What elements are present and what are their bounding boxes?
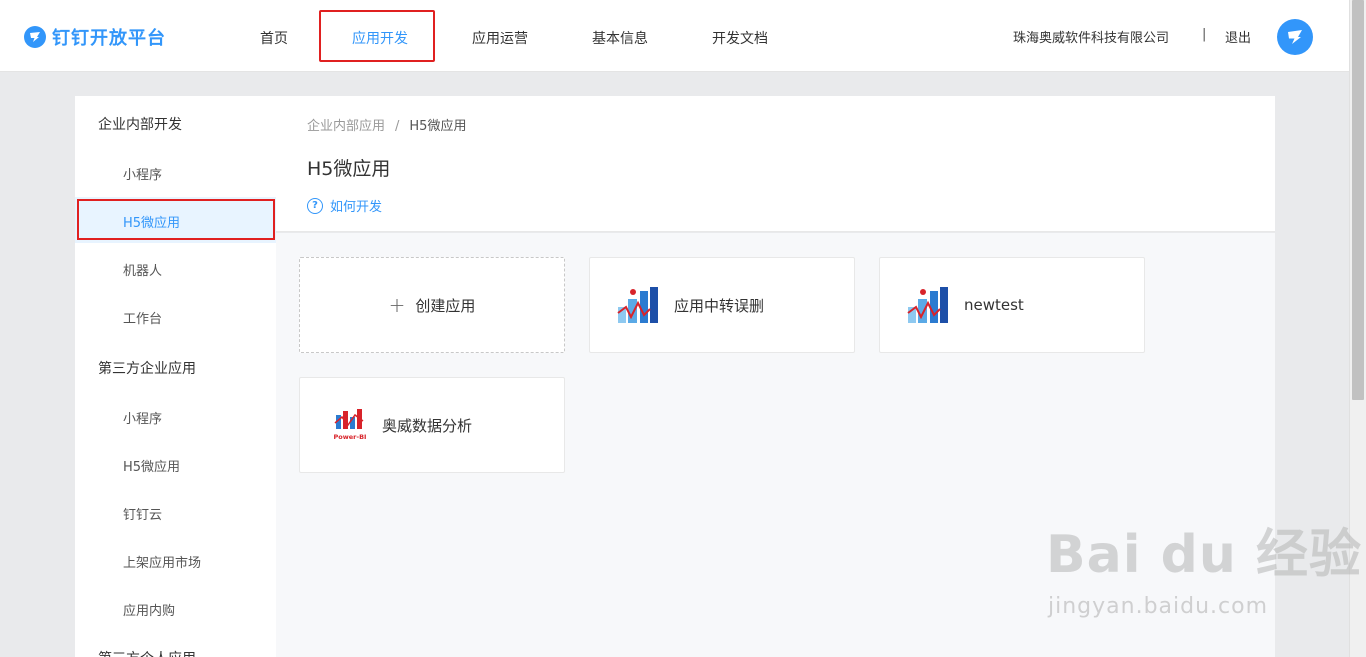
nav-dev-docs[interactable]: 开发文档	[712, 28, 768, 48]
power-bi-logo-icon: Power-BI	[334, 409, 367, 441]
top-header: 钉钉开放平台 首页 应用开发 应用运营 基本信息 开发文档 珠海奥威软件科技有限…	[0, 0, 1349, 72]
app-card[interactable]: 应用中转误删	[589, 257, 855, 353]
nav-highlight-box	[319, 10, 435, 62]
app-logo-icon	[907, 287, 948, 323]
main-header: 企业内部应用 / H5微应用 H5微应用 ? 如何开发	[276, 96, 1275, 232]
app-name: newtest	[964, 296, 1024, 314]
avatar[interactable]	[1277, 19, 1313, 55]
sidebar-item-dingtalk-cloud[interactable]: 钉钉云	[123, 504, 162, 523]
nav-home[interactable]: 首页	[260, 28, 288, 48]
breadcrumb-current: H5微应用	[409, 119, 467, 134]
dingtalk-logo-icon	[24, 26, 46, 48]
nav-basic-info[interactable]: 基本信息	[592, 28, 648, 48]
sidebar-group-thirdparty-enterprise[interactable]: 第三方企业应用	[98, 358, 196, 378]
breadcrumb-separator: /	[395, 119, 400, 134]
sidebar-item-internal-miniprogram[interactable]: 小程序	[123, 164, 162, 183]
baidu-watermark-url: jingyan.baidu.com	[1048, 594, 1269, 619]
create-app-card[interactable]: + 创建应用	[299, 257, 565, 353]
sidebar-group-thirdparty-personal[interactable]: 第三方个人应用	[98, 648, 196, 657]
brand[interactable]: 钉钉开放平台	[24, 24, 166, 50]
baidu-watermark: Bai du 经验	[1046, 525, 1362, 585]
app-name: 奥威数据分析	[382, 416, 473, 435]
app-card[interactable]: Power-BI 奥威数据分析	[299, 377, 565, 473]
app-card[interactable]: newtest	[879, 257, 1145, 353]
breadcrumb-parent[interactable]: 企业内部应用	[307, 119, 385, 134]
nav-app-ops[interactable]: 应用运营	[472, 28, 528, 48]
sidebar-item-in-app-purchase[interactable]: 应用内购	[123, 600, 175, 619]
header-divider: |	[1202, 27, 1207, 42]
plus-icon: +	[388, 293, 406, 317]
page-title: H5微应用	[307, 158, 391, 180]
sidebar-item-app-market[interactable]: 上架应用市场	[123, 552, 201, 571]
sidebar-item-robot[interactable]: 机器人	[123, 260, 162, 279]
how-to-develop-link[interactable]: ? 如何开发	[307, 196, 382, 215]
company-name[interactable]: 珠海奥威软件科技有限公司	[1013, 27, 1169, 46]
app-name: 应用中转误删	[674, 296, 765, 315]
create-app-label: 创建应用	[415, 296, 476, 315]
logout-link[interactable]: 退出	[1225, 27, 1251, 46]
breadcrumb: 企业内部应用 / H5微应用	[307, 115, 466, 134]
scrollbar-thumb[interactable]	[1352, 0, 1364, 400]
sidebar-item-workbench[interactable]: 工作台	[123, 308, 162, 327]
how-to-develop-label: 如何开发	[330, 200, 383, 215]
dingtalk-avatar-icon	[1288, 30, 1302, 44]
sidebar: 企业内部开发 小程序 H5微应用 机器人 工作台 第三方企业应用 小程序 H5微…	[75, 96, 276, 657]
question-circle-icon: ?	[307, 197, 323, 214]
sidebar-item-tp-miniprogram[interactable]: 小程序	[123, 408, 162, 427]
sidebar-highlight-box	[77, 199, 275, 240]
sidebar-group-internal[interactable]: 企业内部开发	[98, 114, 182, 134]
sidebar-item-tp-h5[interactable]: H5微应用	[123, 456, 180, 475]
brand-name: 钉钉开放平台	[52, 28, 166, 49]
app-logo-icon	[617, 287, 658, 323]
power-bi-logo-text: Power-BI	[334, 433, 367, 441]
